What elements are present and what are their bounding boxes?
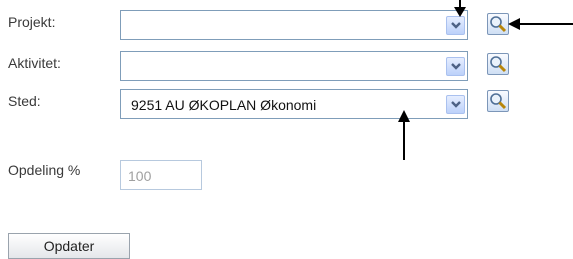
aktivitet-search-button[interactable] [487, 53, 509, 75]
opdeling-input[interactable]: 100 [120, 160, 202, 190]
chevron-down-icon [451, 63, 461, 70]
search-icon [490, 56, 507, 73]
projekt-select[interactable] [120, 10, 468, 40]
opdeling-label: Opdeling % [8, 162, 81, 178]
sted-select[interactable]: 9251 AU ØKOPLAN Økonomi [120, 89, 468, 119]
arrow-left-icon [508, 18, 573, 30]
projekt-dropdown-button[interactable] [446, 16, 465, 35]
projekt-search-button[interactable] [487, 13, 509, 35]
chevron-down-icon [451, 22, 461, 29]
aktivitet-label: Aktivitet: [8, 55, 61, 71]
search-icon [490, 93, 507, 110]
aktivitet-select[interactable] [120, 51, 468, 81]
sted-label: Sted: [8, 93, 41, 109]
projekt-label: Projekt: [8, 14, 56, 30]
chevron-down-icon [451, 101, 461, 108]
sted-dropdown-button[interactable] [446, 95, 465, 114]
arrow-down-icon [454, 0, 466, 17]
sted-search-button[interactable] [487, 90, 509, 112]
search-icon [490, 16, 507, 33]
arrow-up-icon [398, 110, 410, 160]
aktivitet-dropdown-button[interactable] [446, 57, 465, 76]
update-button[interactable]: Opdater [8, 233, 130, 259]
opdeling-value: 100 [128, 168, 152, 184]
sted-value: 9251 AU ØKOPLAN Økonomi [131, 97, 317, 113]
